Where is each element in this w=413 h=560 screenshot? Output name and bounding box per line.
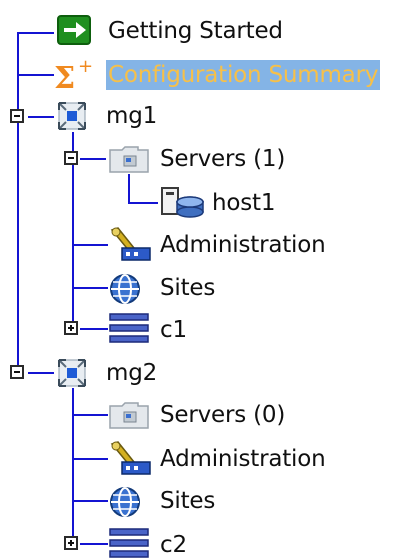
expand-toggle[interactable]: [64, 536, 78, 550]
sigma-plus-icon: Σ +: [54, 56, 93, 92]
server-host-icon: [161, 187, 204, 218]
globe-icon: [110, 274, 140, 304]
cluster-icon: [109, 528, 149, 558]
tree-item-label: mg1: [106, 103, 158, 129]
tree-item-label: Getting Started: [108, 18, 283, 44]
tree-item-label: Configuration Summary: [106, 60, 381, 90]
collapse-toggle[interactable]: [64, 151, 78, 165]
tree-item-label: Administration: [160, 446, 326, 472]
tree-item-label: Sites: [160, 488, 216, 514]
arrow-right-icon: [57, 15, 91, 45]
managed-group-icon: [58, 359, 86, 387]
folder-icon: [109, 146, 149, 173]
folder-icon: [109, 402, 149, 429]
managed-group-icon: [58, 102, 86, 130]
tree-item-label: c1: [160, 317, 187, 343]
tree-item-label: c2: [160, 532, 187, 558]
expand-toggle[interactable]: [64, 321, 78, 335]
tree-item-label: host1: [212, 190, 276, 216]
tree-item-label: Servers (0): [160, 402, 286, 428]
globe-icon: [110, 487, 140, 517]
tree-item-label: Administration: [160, 232, 326, 258]
collapse-toggle[interactable]: [10, 365, 24, 379]
admin-tool-icon: [110, 227, 151, 261]
tree-item-label: mg2: [106, 360, 158, 386]
admin-tool-icon: [110, 441, 151, 475]
tree-item-label: Servers (1): [160, 146, 286, 172]
cluster-icon: [109, 313, 149, 343]
svg-text:+: +: [78, 56, 93, 77]
svg-text:Σ: Σ: [54, 61, 75, 92]
collapse-toggle[interactable]: [10, 109, 24, 123]
tree-item-label: Sites: [160, 275, 216, 301]
